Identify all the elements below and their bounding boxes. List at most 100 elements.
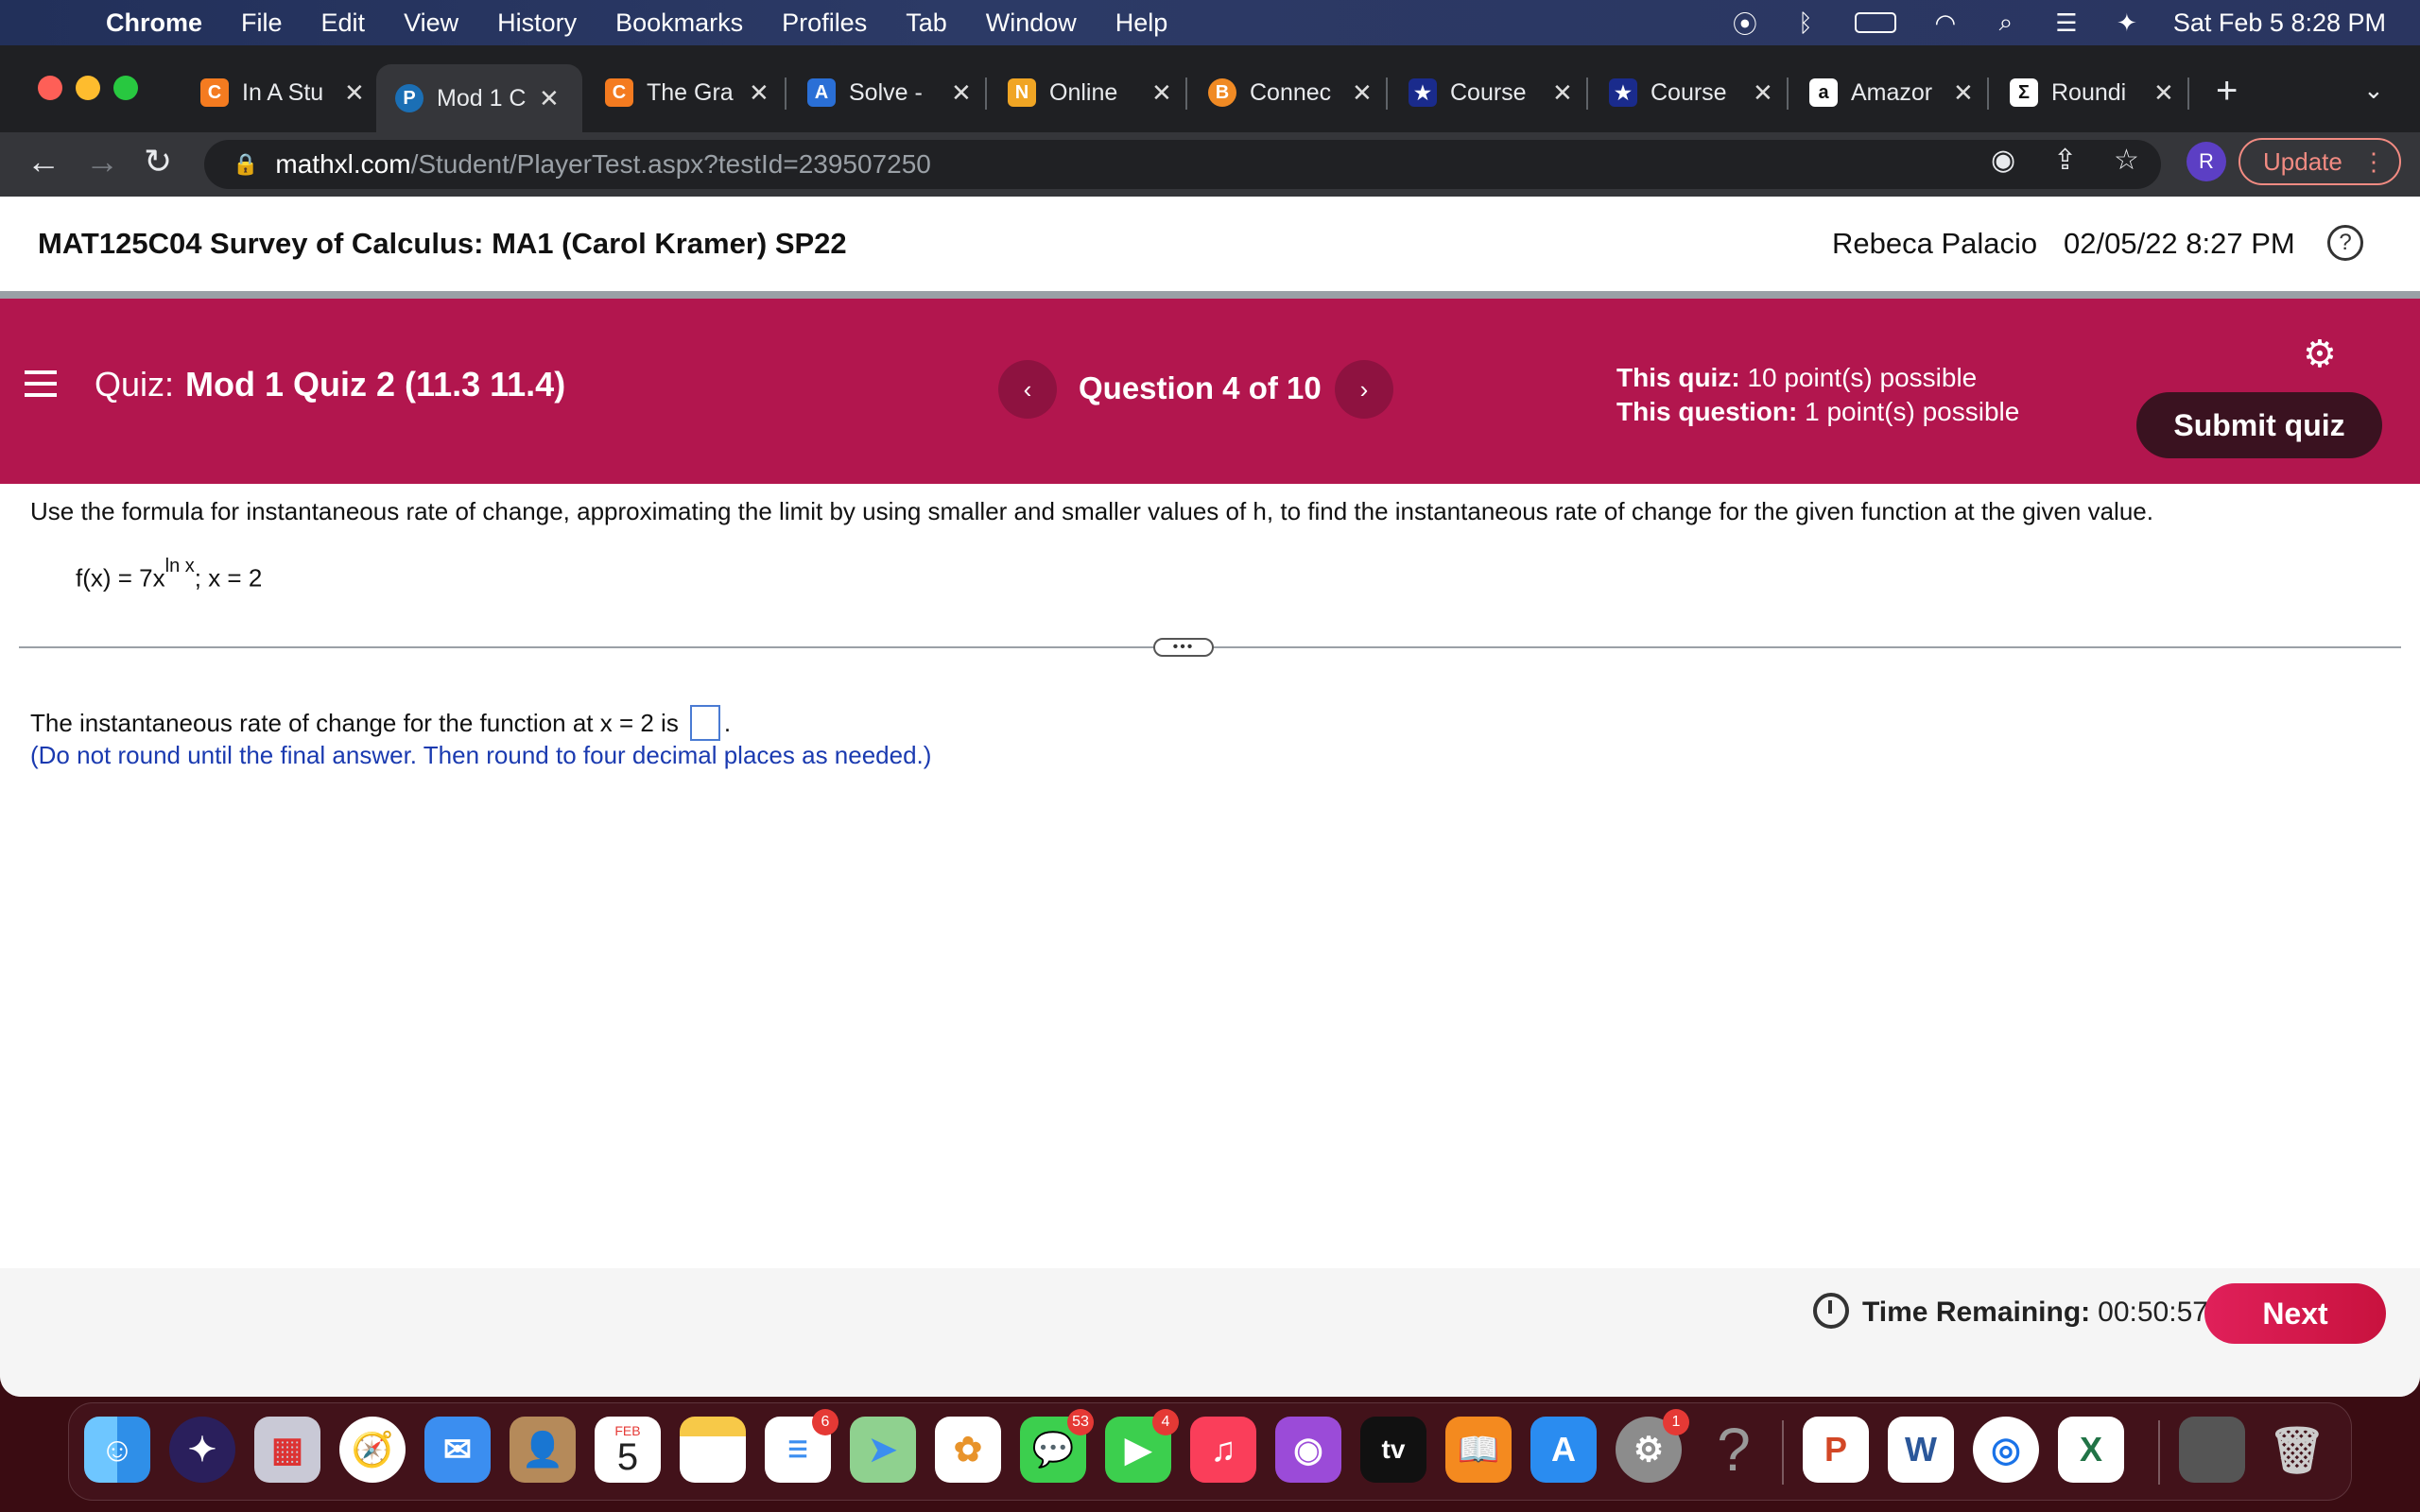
window-minimize-button[interactable] <box>76 76 100 100</box>
tab-5[interactable]: N Online ✕ <box>989 64 1172 121</box>
menu-help[interactable]: Help <box>1115 9 1168 38</box>
menu-view[interactable]: View <box>404 9 458 38</box>
tab-9[interactable]: a Amazor ✕ <box>1790 64 1974 121</box>
share-icon[interactable]: ⇪ <box>2053 144 2077 177</box>
control-center-icon[interactable]: ☰ <box>2052 9 2081 37</box>
menu-chrome[interactable]: Chrome <box>106 9 202 38</box>
answer-prefix: The instantaneous rate of change for the… <box>30 708 679 737</box>
siri-icon[interactable]: ✦ <box>2113 9 2141 37</box>
tab-6[interactable]: B Connec ✕ <box>1189 64 1373 121</box>
powerpoint-icon[interactable]: P <box>1803 1417 1869 1483</box>
tab-label: Course <box>1651 78 1727 106</box>
help-icon[interactable]: ? <box>2327 225 2363 261</box>
app-store-icon[interactable]: A <box>1530 1417 1597 1483</box>
tab-4[interactable]: A Solve - ✕ <box>788 64 972 121</box>
tab-2-active[interactable]: P Mod 1 C ✕ <box>376 64 582 132</box>
siri-app-icon[interactable]: ✦ <box>169 1417 235 1483</box>
chrome-icon[interactable]: ◎ <box>1973 1417 2039 1483</box>
tab-close-icon[interactable]: ✕ <box>1953 78 1974 108</box>
question-instructions: Use the formula for instantaneous rate o… <box>30 497 2153 525</box>
mail-icon[interactable]: ✉ <box>424 1417 491 1483</box>
tab-close-icon[interactable]: ✕ <box>2153 78 2174 108</box>
finder-icon[interactable]: ☺ <box>84 1417 150 1483</box>
answer-input[interactable] <box>689 705 720 741</box>
tab-close-icon[interactable]: ✕ <box>1352 78 1373 108</box>
dock-separator <box>1782 1420 1784 1485</box>
apple-tv-icon[interactable]: tv <box>1360 1417 1426 1483</box>
system-preferences-icon[interactable]: ⚙ 1 <box>1616 1409 1689 1483</box>
bluetooth-icon[interactable]: ᛒ <box>1791 9 1820 37</box>
header-divider <box>0 291 2420 299</box>
tab-close-icon[interactable]: ✕ <box>951 78 972 108</box>
word-icon[interactable]: W <box>1888 1417 1954 1483</box>
new-tab-plus-icon[interactable]: + <box>2216 70 2238 112</box>
photos-icon[interactable]: ✿ <box>935 1417 1001 1483</box>
tab-close-icon[interactable]: ✕ <box>1552 78 1573 108</box>
contacts-icon[interactable]: 👤 <box>510 1417 576 1483</box>
gear-icon[interactable]: ⚙ <box>2303 333 2337 376</box>
excel-icon[interactable]: X <box>2058 1417 2124 1483</box>
window-zoom-button[interactable] <box>113 76 138 100</box>
quiz-name: Mod 1 Quiz 2 (11.3 11.4) <box>185 365 566 404</box>
kebab-menu-icon[interactable]: ⋮ <box>2361 147 2386 177</box>
menu-tab[interactable]: Tab <box>906 9 947 38</box>
reminders-icon[interactable]: ☰ 6 <box>765 1409 838 1483</box>
podcasts-icon[interactable]: ◉ <box>1275 1417 1341 1483</box>
calendar-icon[interactable]: FEB 5 <box>595 1417 661 1483</box>
forward-arrow-icon[interactable]: → <box>85 142 119 181</box>
spotlight-search-icon[interactable]: ⌕ <box>1992 8 2020 37</box>
menu-edit[interactable]: Edit <box>321 9 366 38</box>
facetime-icon[interactable]: ▶ 4 <box>1105 1409 1179 1483</box>
tab-label: The Gra <box>647 78 734 106</box>
tab-8[interactable]: ★ Course ✕ <box>1590 64 1773 121</box>
maps-icon[interactable]: ➤ <box>850 1417 916 1483</box>
window-close-button[interactable] <box>38 76 62 100</box>
music-icon[interactable]: ♫ <box>1190 1417 1256 1483</box>
tab-7[interactable]: ★ Course ✕ <box>1390 64 1573 121</box>
next-question-arrow-button[interactable]: › <box>1335 360 1393 419</box>
tab-3[interactable]: C The Gra ✕ <box>586 64 769 121</box>
expand-ellipsis-icon[interactable]: ••• <box>1153 638 1214 657</box>
menu-profiles[interactable]: Profiles <box>782 9 867 38</box>
tab-close-icon[interactable]: ✕ <box>749 78 769 108</box>
tab-separator <box>2187 77 2189 110</box>
wifi-icon[interactable]: ◠ <box>1931 9 1960 37</box>
menu-history[interactable]: History <box>497 9 577 38</box>
tab-close-icon[interactable]: ✕ <box>1753 78 1773 108</box>
update-button[interactable]: Update ⋮ <box>2238 138 2401 185</box>
back-arrow-icon[interactable]: ← <box>26 142 60 181</box>
tab-label: Online <box>1049 78 1118 106</box>
books-icon[interactable]: 📖 <box>1445 1417 1512 1483</box>
previous-question-button[interactable]: ‹ <box>998 360 1057 419</box>
battery-icon[interactable] <box>1852 9 1899 37</box>
next-button[interactable]: Next <box>2204 1283 2386 1344</box>
menu-file[interactable]: File <box>241 9 283 38</box>
notes-icon[interactable] <box>680 1417 746 1483</box>
screen-record-icon[interactable]: ⦿ <box>1731 9 1759 39</box>
tab-close-icon[interactable]: ✕ <box>344 78 365 108</box>
tab-search-chevron-icon[interactable]: ⌄ <box>2363 76 2384 105</box>
reload-icon[interactable]: ↻ <box>144 142 172 181</box>
messages-icon[interactable]: 💬 53 <box>1020 1409 1094 1483</box>
tab-close-icon[interactable]: ✕ <box>539 84 560 113</box>
help-app-icon[interactable]: ? <box>1701 1416 1767 1484</box>
bookmark-star-icon[interactable]: ☆ <box>2114 144 2139 177</box>
clock-icon <box>1813 1293 1849 1329</box>
menubar-clock[interactable]: Sat Feb 5 8:28 PM <box>2173 9 2386 38</box>
tab-1[interactable]: C In A Stu ✕ <box>182 64 365 121</box>
menu-window[interactable]: Window <box>986 9 1077 38</box>
profile-avatar[interactable]: R <box>2187 142 2226 181</box>
safari-icon[interactable]: 🧭 <box>339 1417 406 1483</box>
tab-close-icon[interactable]: ✕ <box>1151 78 1172 108</box>
menu-bookmarks[interactable]: Bookmarks <box>615 9 743 38</box>
trash-icon[interactable]: 🗑 <box>2264 1417 2330 1483</box>
tab-favicon: P <box>395 84 424 112</box>
macos-menu-bar: Chrome File Edit View History Bookmarks … <box>0 0 2420 45</box>
tab-10[interactable]: Σ Roundi ✕ <box>1991 64 2174 121</box>
recent-document-icon[interactable] <box>2179 1417 2245 1483</box>
eye-icon[interactable]: ◉ <box>1991 144 2015 177</box>
launchpad-icon[interactable]: ▦ <box>254 1417 320 1483</box>
address-bar[interactable]: 🔒 mathxl.com/Student/PlayerTest.aspx?tes… <box>204 140 2161 189</box>
submit-quiz-button[interactable]: Submit quiz <box>2136 392 2382 458</box>
hamburger-menu-icon[interactable] <box>25 370 57 404</box>
